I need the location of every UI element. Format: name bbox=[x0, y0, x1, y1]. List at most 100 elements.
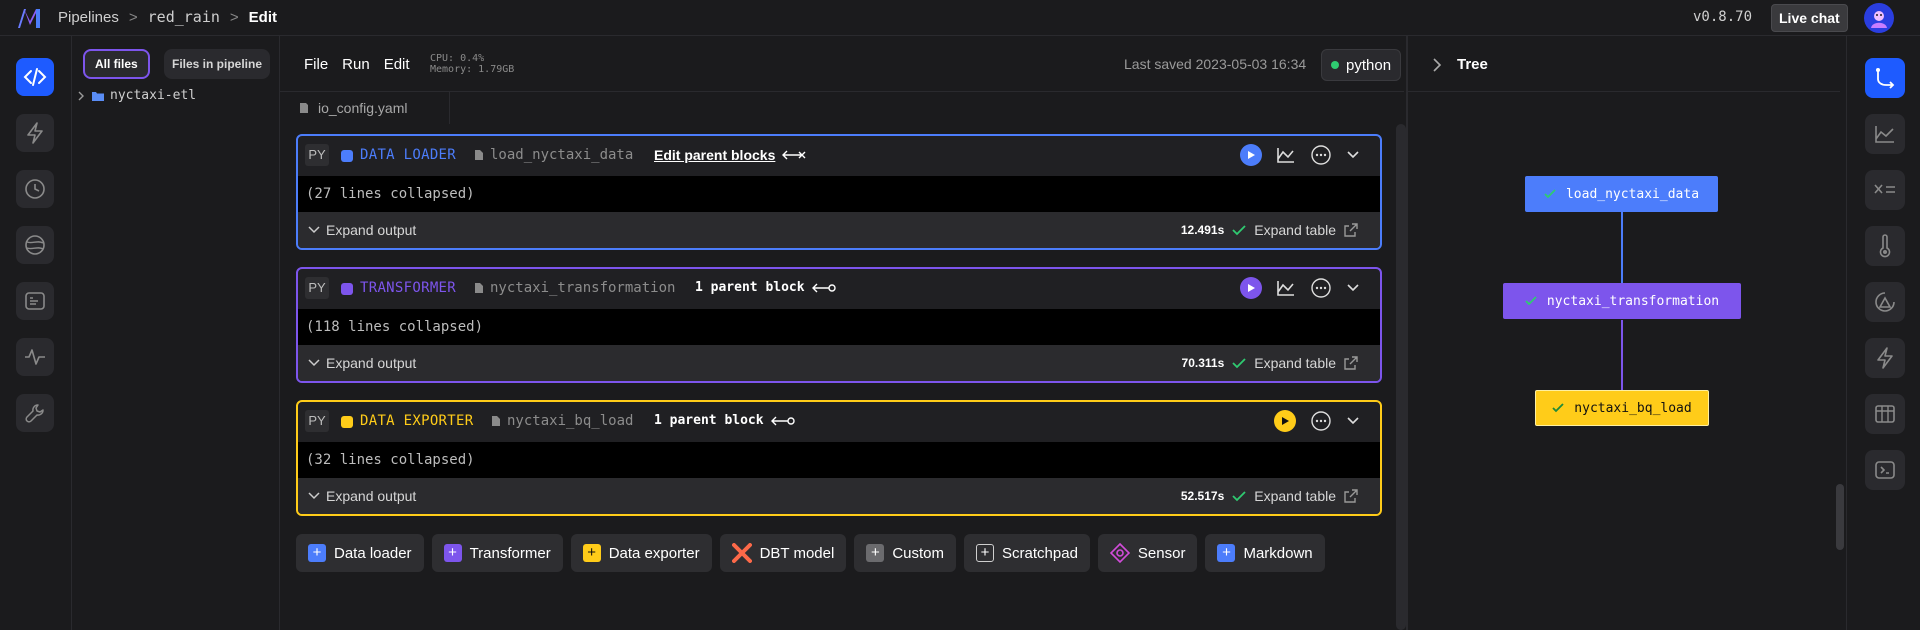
folder-item[interactable]: nyctaxi-etl bbox=[76, 88, 196, 103]
block-timing: 70.311s Expand table bbox=[1182, 355, 1358, 371]
add-dbt-model-button[interactable]: DBT model bbox=[719, 534, 847, 572]
plus-icon: + bbox=[1217, 544, 1236, 562]
block-actions bbox=[1274, 410, 1360, 432]
run-block-button[interactable] bbox=[1240, 144, 1262, 166]
add-transformer-button[interactable]: + Transformer bbox=[431, 534, 563, 572]
thermometer-icon[interactable] bbox=[1865, 226, 1905, 266]
add-markdown-button[interactable]: + Markdown bbox=[1205, 534, 1325, 572]
collapsed-code[interactable]: (27 lines collapsed) bbox=[298, 176, 1380, 212]
panel-divider[interactable] bbox=[1406, 36, 1408, 630]
block-file[interactable]: nyctaxi_transformation bbox=[474, 280, 675, 296]
editor-scrollbar[interactable] bbox=[1396, 124, 1406, 630]
live-chat-button[interactable]: Live chat bbox=[1771, 4, 1848, 32]
mage-logo[interactable] bbox=[17, 7, 43, 29]
tree-node-label: nyctaxi_transformation bbox=[1546, 293, 1720, 309]
external-link-icon[interactable] bbox=[1344, 489, 1358, 503]
tree-panel-header: Tree bbox=[1408, 36, 1840, 92]
expand-output-button[interactable]: Expand output bbox=[308, 222, 416, 238]
menu-edit[interactable]: Edit bbox=[384, 56, 410, 73]
tab-files-in-pipeline[interactable]: Files in pipeline bbox=[164, 49, 271, 79]
chart-icon[interactable] bbox=[1865, 114, 1905, 154]
add-scratchpad-label: Scratchpad bbox=[1002, 544, 1078, 562]
breadcrumb-pipelines[interactable]: Pipelines bbox=[58, 9, 119, 26]
external-link-icon[interactable] bbox=[1344, 223, 1358, 237]
chevron-right-icon bbox=[78, 91, 84, 100]
kernel-status-button[interactable]: python bbox=[1321, 49, 1402, 81]
check-icon bbox=[1552, 403, 1564, 413]
add-scratchpad-button[interactable]: + Scratchpad bbox=[964, 534, 1090, 572]
chevron-down-icon[interactable] bbox=[1346, 416, 1360, 426]
variables-icon[interactable] bbox=[1865, 170, 1905, 210]
chart-icon[interactable] bbox=[1276, 146, 1296, 164]
globe-icon[interactable] bbox=[16, 226, 54, 264]
block-file[interactable]: load_nyctaxi_data bbox=[474, 147, 633, 163]
tree-scrollbar[interactable] bbox=[1836, 484, 1844, 550]
terminal-icon[interactable] bbox=[16, 282, 54, 320]
code-icon[interactable] bbox=[16, 58, 54, 96]
tree-node[interactable]: nyctaxi_transformation bbox=[1503, 283, 1741, 319]
menu-file[interactable]: File bbox=[304, 56, 328, 73]
tree-edge bbox=[1621, 320, 1623, 391]
sensor-icon[interactable] bbox=[1865, 282, 1905, 322]
settings-icon[interactable] bbox=[16, 394, 54, 432]
chevron-down-icon[interactable] bbox=[1346, 150, 1360, 160]
play-icon bbox=[1248, 284, 1255, 292]
expand-output-button[interactable]: Expand output bbox=[308, 488, 416, 504]
trigger-icon[interactable] bbox=[16, 114, 54, 152]
more-options-icon[interactable] bbox=[1310, 277, 1332, 299]
sensor-icon bbox=[1109, 543, 1130, 563]
tree-icon[interactable] bbox=[1865, 58, 1905, 98]
tree-panel-title: Tree bbox=[1457, 56, 1488, 73]
chart-icon[interactable] bbox=[1276, 279, 1296, 297]
add-data-exporter-label: Data exporter bbox=[608, 544, 700, 562]
tree-node[interactable]: load_nyctaxi_data bbox=[1525, 176, 1718, 212]
block-file[interactable]: nyctaxi_bq_load bbox=[491, 413, 633, 429]
run-block-button[interactable] bbox=[1240, 277, 1262, 299]
block-color-indicator bbox=[341, 283, 353, 295]
cpu-usage: CPU: 0.4% bbox=[430, 53, 485, 64]
external-link-icon[interactable] bbox=[1344, 356, 1358, 370]
parent-blocks-label: 1 parent block bbox=[654, 413, 764, 428]
parent-blocks-link[interactable]: 1 parent block bbox=[695, 280, 837, 295]
parent-arrow-icon bbox=[782, 150, 806, 160]
left-nav-rail bbox=[0, 36, 72, 630]
menu-run[interactable]: Run bbox=[342, 56, 370, 73]
tree-node[interactable]: nyctaxi_bq_load bbox=[1535, 390, 1709, 426]
run-block-button[interactable] bbox=[1274, 410, 1296, 432]
block-output-footer: Expand output 52.517s Expand table bbox=[298, 478, 1380, 514]
trigger-icon[interactable] bbox=[1865, 338, 1905, 378]
terminal-icon[interactable] bbox=[1865, 450, 1905, 490]
resource-stats: CPU: 0.4% Memory: 1.79GB bbox=[430, 53, 514, 75]
collapsed-code[interactable]: (118 lines collapsed) bbox=[298, 309, 1380, 345]
tab-all-files[interactable]: All files bbox=[83, 49, 150, 79]
chevron-down-icon bbox=[308, 492, 320, 500]
block-type-label: TRANSFORMER bbox=[360, 280, 457, 296]
expand-table-label[interactable]: Expand table bbox=[1254, 355, 1336, 371]
avatar[interactable] bbox=[1864, 3, 1894, 33]
plus-icon: + bbox=[582, 544, 601, 562]
breadcrumb-pipeline-name[interactable]: red_rain bbox=[148, 8, 220, 26]
file-browser: All files Files in pipeline nyctaxi-etl bbox=[72, 36, 280, 630]
block-data-loader: PY DATA LOADER load_nyctaxi_data Edit pa… bbox=[296, 134, 1382, 250]
chevron-right-icon[interactable] bbox=[1432, 58, 1442, 72]
play-icon bbox=[1282, 417, 1289, 425]
table-icon[interactable] bbox=[1865, 394, 1905, 434]
expand-table-label[interactable]: Expand table bbox=[1254, 222, 1336, 238]
expand-output-label: Expand output bbox=[326, 488, 417, 504]
more-options-icon[interactable] bbox=[1310, 144, 1332, 166]
language-badge: PY bbox=[305, 410, 329, 432]
add-data-exporter-button[interactable]: + Data exporter bbox=[570, 534, 712, 572]
add-sensor-button[interactable]: Sensor bbox=[1097, 534, 1198, 572]
add-data-loader-button[interactable]: + Data loader bbox=[296, 534, 424, 572]
chevron-down-icon[interactable] bbox=[1346, 283, 1360, 293]
monitor-icon[interactable] bbox=[16, 338, 54, 376]
edit-parent-blocks-link[interactable]: Edit parent blocks bbox=[654, 147, 807, 163]
expand-output-button[interactable]: Expand output bbox=[308, 355, 416, 371]
expand-table-label[interactable]: Expand table bbox=[1254, 488, 1336, 504]
collapsed-code[interactable]: (32 lines collapsed) bbox=[298, 442, 1380, 478]
parent-blocks-link[interactable]: 1 parent block bbox=[654, 413, 796, 428]
add-custom-button[interactable]: + Custom bbox=[854, 534, 957, 572]
history-icon[interactable] bbox=[16, 170, 54, 208]
more-options-icon[interactable] bbox=[1310, 410, 1332, 432]
tab-open-file[interactable]: io_config.yaml bbox=[280, 92, 450, 124]
